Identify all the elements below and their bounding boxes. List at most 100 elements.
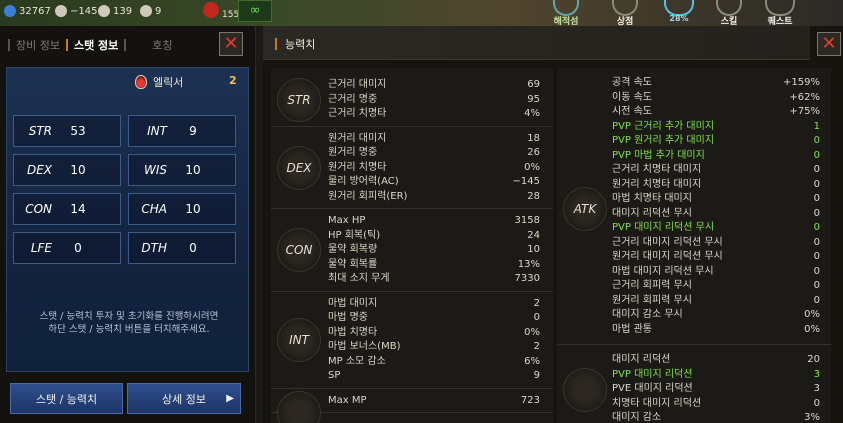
- stat-row-value: 0: [813, 222, 820, 233]
- hud-buff-slot[interactable]: ∞: [238, 0, 272, 22]
- stat-row: 원거리 명중 26: [328, 146, 540, 160]
- stat-int: INT 9: [128, 115, 236, 147]
- hud-stat-crystal: 32767: [4, 5, 51, 17]
- stat-row-name: 물약 회복량: [328, 244, 378, 255]
- stat-row-value: 28: [527, 190, 540, 202]
- hud-stat-karma: −145: [55, 5, 97, 17]
- stat-row-value: 3%: [804, 412, 820, 423]
- stat-name: LFE: [30, 241, 52, 255]
- stat-ability-button[interactable]: 스탯 / 능력치: [10, 383, 123, 414]
- stat-row-value: 95: [527, 93, 540, 105]
- stat-name: INT: [147, 124, 167, 138]
- stat-row-name: HP 회복(틱): [328, 229, 381, 241]
- stat-row: PVE 대미지 리덕션 3: [612, 382, 820, 396]
- stat-row-name: 근거리 회피력 무시: [612, 280, 692, 291]
- page-title: 능력치: [285, 38, 316, 51]
- stat-row-value: 0: [813, 193, 820, 204]
- stat-row-name: 마법 보너스(MB): [328, 341, 401, 352]
- info-tabs: 장비 정보 스탯 정보 호칭: [8, 30, 179, 60]
- stat-value: 10: [70, 163, 86, 177]
- stat-row-value: 3: [813, 368, 820, 380]
- stat-row-value: 2: [533, 297, 540, 309]
- stat-group-str: STR 근거리 대미지 69 근거리 명중 95 근거리 치명타 4%: [271, 73, 553, 127]
- atk-groups-column[interactable]: ATK 공격 속도 +159% 이동 속도 +62% 시전 속도 +75% PVP 근거리 추…: [557, 68, 831, 423]
- stat-group-atk: ATK 공격 속도 +159% 이동 속도 +62% 시전 속도 +75% PVP 근거리 추…: [557, 72, 831, 345]
- elixir-icon: [135, 75, 147, 89]
- stat-row: 근거리 치명타 대미지 0: [612, 163, 820, 177]
- hud-menu-shop[interactable]: 상점: [612, 0, 638, 27]
- stat-row-name: 원거리 명중: [328, 147, 378, 158]
- tab-stat-info[interactable]: 스탯 정보: [68, 37, 124, 53]
- stat-row: 치명타 대미지 리덕션 0: [612, 397, 820, 411]
- stat-group-int: INT 마법 대미지 2 마법 명중 0 마법 치명타 0% 마법 보너스(MB) 2 MP 소모…: [271, 292, 553, 389]
- button-label: 상세 정보: [162, 392, 206, 406]
- int-emblem-icon: INT: [277, 318, 321, 362]
- stat-row: 마법 보너스(MB) 2: [328, 340, 540, 354]
- stat-row-value: 9: [533, 370, 540, 381]
- hud-stat-value: 32767: [19, 5, 51, 17]
- stat-row: 마법 관통 0%: [612, 323, 820, 337]
- stat-row: 근거리 대미지 69: [328, 78, 540, 92]
- stat-row-name: 대미지 감소: [612, 412, 662, 423]
- stat-row-name: 마법 명중: [328, 312, 368, 323]
- stat-name: STR: [28, 124, 52, 138]
- stat-row-name: 대미지 리덕션: [612, 354, 671, 365]
- hud-stat-boot: 139: [98, 5, 132, 17]
- extra-emblem-icon: [277, 390, 321, 423]
- stat-row-name: 원거리 회피력 무시: [612, 294, 692, 306]
- stat-lfe: LFE 0: [13, 232, 121, 264]
- top-hud: 32767 −145 139 9 155 ∞ 해적섬 상점 28% 스킬 퀘스트: [0, 0, 843, 27]
- stat-row-value: 0: [813, 149, 820, 161]
- right-close-button[interactable]: ✕: [817, 32, 841, 56]
- stat-dth: DTH 0: [128, 232, 236, 264]
- stat-row-name: PVE 대미지 리덕션: [612, 383, 693, 394]
- stat-row: PVP 마법 추가 대미지 0: [612, 149, 820, 163]
- stat-row-name: 이동 속도: [612, 91, 652, 103]
- stat-name: CON: [25, 202, 52, 216]
- play-arrow-icon: ▶: [226, 393, 234, 404]
- detail-info-button[interactable]: 상세 정보 ▶: [127, 383, 241, 414]
- stat-group-dex: DEX 원거리 대미지 18 원거리 명중 26 원거리 치명타 0% 물리 방어력(AC) −…: [271, 127, 553, 209]
- stat-row-value: +75%: [789, 106, 820, 117]
- left-close-button[interactable]: ✕: [219, 32, 243, 56]
- hud-stat-pet: 9: [140, 5, 161, 17]
- stat-row: 물약 회복률 13%: [328, 258, 540, 272]
- close-icon: ✕: [223, 33, 239, 54]
- stat-row: 물약 회복량 10: [328, 243, 540, 257]
- stat-row-name: Max HP: [328, 215, 366, 226]
- stat-name: DEX: [26, 163, 52, 177]
- atk-emblem-icon: ATK: [563, 186, 607, 231]
- stat-row-value: 0: [813, 135, 820, 146]
- stat-row-name: Max MP: [328, 394, 367, 406]
- stat-row: 대미지 리덕션 무시 0: [612, 207, 820, 221]
- stat-con: CON 14: [13, 193, 121, 225]
- stat-row-value: 0%: [804, 309, 820, 320]
- hud-menu-skill[interactable]: 스킬: [716, 0, 742, 27]
- stat-row-value: 0: [813, 178, 820, 190]
- stat-row: PVP 대미지 리덕션 무시 0: [612, 221, 820, 235]
- stat-row: 대미지 감소 3%: [612, 411, 820, 423]
- tab-title[interactable]: 호칭: [146, 37, 178, 53]
- tab-divider: [124, 39, 127, 51]
- notice-line: 스탯 / 능력치 투자 및 초기화를 진행하시려면: [39, 311, 219, 322]
- stat-row: HP 회복(틱) 24: [328, 229, 540, 243]
- stat-row-name: 근거리 대미지: [328, 79, 387, 90]
- stat-row-name: PVP 대미지 리덕션 무시: [612, 222, 715, 233]
- ability-header: 능력치: [263, 26, 810, 60]
- hud-menu-pirate-island[interactable]: 해적섬: [553, 0, 579, 27]
- stat-row: 마법 대미지 리덕션 무시 0: [612, 265, 820, 279]
- hud-exp-gauge[interactable]: 28%: [664, 0, 694, 23]
- infinity-icon: ∞: [249, 3, 261, 18]
- tab-equipment-info[interactable]: 장비 정보: [10, 37, 66, 53]
- ability-title: 능력치: [275, 36, 315, 52]
- hud-potion-slot[interactable]: 155: [203, 0, 239, 20]
- stat-row-value: 18: [527, 132, 540, 144]
- stat-row-value: +159%: [783, 77, 820, 88]
- stat-row: 원거리 치명타 대미지 0: [612, 178, 820, 192]
- stat-row: 대미지 리덕션 20: [612, 353, 820, 367]
- stat-row-name: 원거리 대미지 리덕션 무시: [612, 251, 723, 262]
- stat-groups-column[interactable]: STR 근거리 대미지 69 근거리 명중 95 근거리 치명타 4% DEX 원거리 대미지 1…: [271, 68, 553, 423]
- hud-menu-quest[interactable]: 퀘스트: [765, 0, 795, 27]
- stat-row: 마법 치명타 대미지 0: [612, 192, 820, 206]
- stat-row: SP 9: [328, 369, 540, 383]
